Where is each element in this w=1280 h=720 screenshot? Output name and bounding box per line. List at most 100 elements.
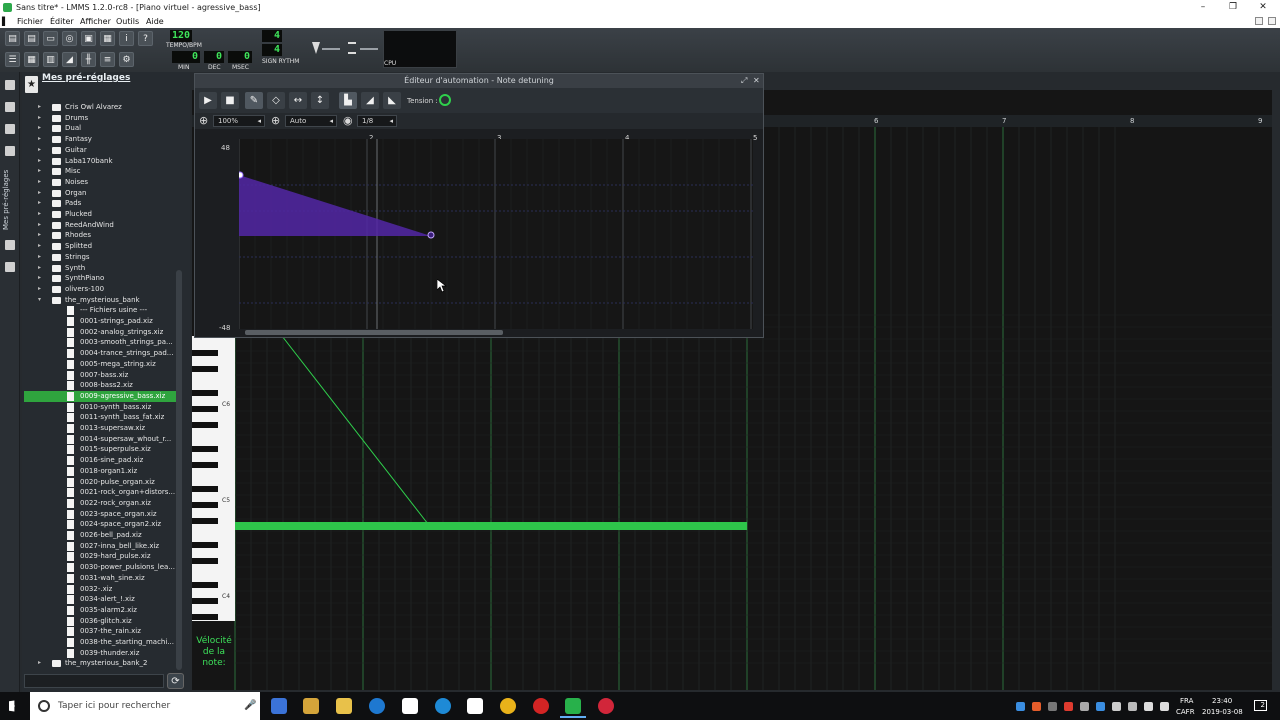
language-indicator[interactable]: FRA	[1180, 697, 1193, 705]
preset-file[interactable]: 0020-pulse_organ.xiz	[24, 477, 176, 488]
my-home-icon[interactable]	[5, 240, 15, 250]
mixer-icon[interactable]: ╫	[81, 52, 96, 67]
expand-arrow-icon[interactable]: ▸	[38, 252, 41, 263]
menu-outils[interactable]: Outils	[116, 15, 139, 28]
save-project-icon[interactable]: ▣	[81, 31, 96, 46]
whats-this-icon[interactable]: ?	[138, 31, 153, 46]
media-icon[interactable]	[303, 698, 319, 714]
master-pitch-icon[interactable]	[348, 42, 356, 54]
preset-file[interactable]: 0015-superpulse.xiz	[24, 444, 176, 455]
taskbar-search-box[interactable]: Taper ici pour rechercher	[30, 692, 260, 720]
new-from-template-icon[interactable]: ▤	[24, 31, 39, 46]
preset-folder[interactable]: ▸ Organ	[24, 188, 176, 199]
note-bar[interactable]	[235, 522, 747, 530]
zoom-y-combo[interactable]: Auto ◂	[285, 115, 337, 127]
ie-icon[interactable]	[435, 698, 451, 714]
expand-arrow-icon[interactable]: ▸	[38, 241, 41, 252]
browser-scrollbar[interactable]	[176, 270, 182, 670]
expand-arrow-icon[interactable]: ▸	[38, 263, 41, 274]
preset-file[interactable]: 0027-inna_bell_like.xiz	[24, 541, 176, 552]
close-button[interactable]: ✕	[1248, 0, 1278, 15]
black-key[interactable]	[192, 462, 218, 468]
recent-projects-icon[interactable]: ◎	[62, 31, 77, 46]
preset-file[interactable]: 0001-strings_pad.xiz	[24, 316, 176, 327]
automation-point[interactable]	[427, 231, 435, 239]
keyboard-layout[interactable]: CAFR	[1176, 708, 1195, 716]
expand-arrow-icon[interactable]: ▸	[38, 209, 41, 220]
black-key[interactable]	[192, 582, 218, 588]
black-key[interactable]	[192, 542, 218, 548]
erase-icon[interactable]: ◇	[267, 92, 285, 109]
expand-arrow-icon[interactable]: ▸	[38, 220, 41, 231]
preset-folder[interactable]: ▸ the_mysterious_bank_2	[24, 658, 176, 669]
flip-vertical-icon[interactable]: ↕	[311, 92, 329, 109]
preset-file[interactable]: 0034-alert_!.xiz	[24, 594, 176, 605]
black-key[interactable]	[192, 366, 218, 372]
preset-file[interactable]: 0036-glitch.xiz	[24, 616, 176, 627]
preset-folder[interactable]: ▸ Misc	[24, 166, 176, 177]
beat-editor-icon[interactable]: ▦	[24, 52, 39, 67]
menu-aide[interactable]: Aide	[146, 15, 164, 28]
preset-folder[interactable]: ▸ Synth	[24, 263, 176, 274]
preset-file[interactable]: 0022-rock_organ.xiz	[24, 498, 176, 509]
chrome-icon[interactable]	[500, 698, 516, 714]
maximize-button[interactable]: ❐	[1218, 0, 1248, 15]
mail-icon[interactable]	[467, 698, 483, 714]
my-presets-icon[interactable]	[5, 146, 15, 156]
preset-file[interactable]: 0026-bell_pad.xiz	[24, 530, 176, 541]
clock-time[interactable]: 23:40	[1212, 697, 1232, 705]
master-volume-icon[interactable]	[312, 42, 320, 54]
preset-file[interactable]: 0029-hard_pulse.xiz	[24, 551, 176, 562]
app-menu-icon[interactable]: ▌	[2, 15, 8, 28]
preset-folder[interactable]: ▸ Rhodes	[24, 230, 176, 241]
preset-folder[interactable]: ▸ ReedAndWind	[24, 220, 176, 231]
clock-date[interactable]: 2019-03-08	[1202, 708, 1243, 716]
automation-point[interactable]	[239, 171, 244, 179]
menu-editer[interactable]: Éditer	[50, 15, 74, 28]
expand-arrow-icon[interactable]: ▸	[38, 145, 41, 156]
preset-folder[interactable]: ▸ olivers-100	[24, 284, 176, 295]
black-key[interactable]	[192, 406, 218, 412]
tray-app-icon[interactable]	[1080, 702, 1089, 711]
timesig-denominator[interactable]: 4	[262, 44, 282, 56]
preset-file[interactable]: 0011-synth_bass_fat.xiz	[24, 412, 176, 423]
preset-file[interactable]: 0007-bass.xiz	[24, 370, 176, 381]
preset-file[interactable]: 0030-power_pulsions_lea...	[24, 562, 176, 573]
expand-arrow-icon[interactable]: ▸	[38, 230, 41, 241]
restore-child-icon[interactable]	[1255, 17, 1263, 25]
draw-pencil-icon[interactable]: ✎	[245, 92, 263, 109]
expand-arrow-icon[interactable]: ▸	[38, 113, 41, 124]
notification-center-icon[interactable]: 2	[1254, 700, 1267, 711]
tray-app-icon[interactable]	[1032, 702, 1041, 711]
tray-app-icon[interactable]	[1112, 702, 1121, 711]
tray-skype-icon[interactable]	[1016, 702, 1025, 711]
zoom-x-combo[interactable]: 100% ◂	[213, 115, 265, 127]
expand-arrow-icon[interactable]: ▸	[38, 123, 41, 134]
black-key[interactable]	[192, 390, 218, 396]
preset-folder[interactable]: ▸ Dual	[24, 123, 176, 134]
preset-file[interactable]: 0035-alarm2.xiz	[24, 605, 176, 616]
piano-roll-icon[interactable]: ▥	[43, 52, 58, 67]
open-project-icon[interactable]: ▭	[43, 31, 58, 46]
preset-file[interactable]: 0021-rock_organ+distors...	[24, 487, 176, 498]
linear-progression-icon[interactable]: ◢	[361, 92, 379, 109]
preset-file[interactable]: 0024-space_organ2.xiz	[24, 519, 176, 530]
master-pitch-slider[interactable]	[360, 48, 378, 50]
preset-file[interactable]: 0004-trance_strings_pad...	[24, 348, 176, 359]
flip-horizontal-icon[interactable]: ↔	[289, 92, 307, 109]
piano-keyboard[interactable]	[192, 336, 235, 621]
master-volume-slider[interactable]	[322, 48, 340, 50]
tray-app-icon[interactable]	[1048, 702, 1057, 711]
expand-arrow-icon[interactable]: ▸	[38, 658, 41, 669]
expand-arrow-icon[interactable]: ▸	[38, 177, 41, 188]
volume-icon[interactable]	[1160, 702, 1169, 711]
preset-file[interactable]: 0023-space_organ.xiz	[24, 509, 176, 520]
file-explorer-icon[interactable]	[336, 698, 352, 714]
preset-folder[interactable]: ▸ Noises	[24, 177, 176, 188]
network-icon[interactable]	[1144, 702, 1153, 711]
automation-scrollbar[interactable]	[245, 330, 503, 335]
microphone-icon[interactable]: 🎤	[244, 700, 256, 711]
expand-arrow-icon[interactable]: ▸	[38, 188, 41, 199]
preset-file[interactable]: --- Fichiers usine ---	[24, 305, 176, 316]
tray-app-icon[interactable]	[1128, 702, 1137, 711]
